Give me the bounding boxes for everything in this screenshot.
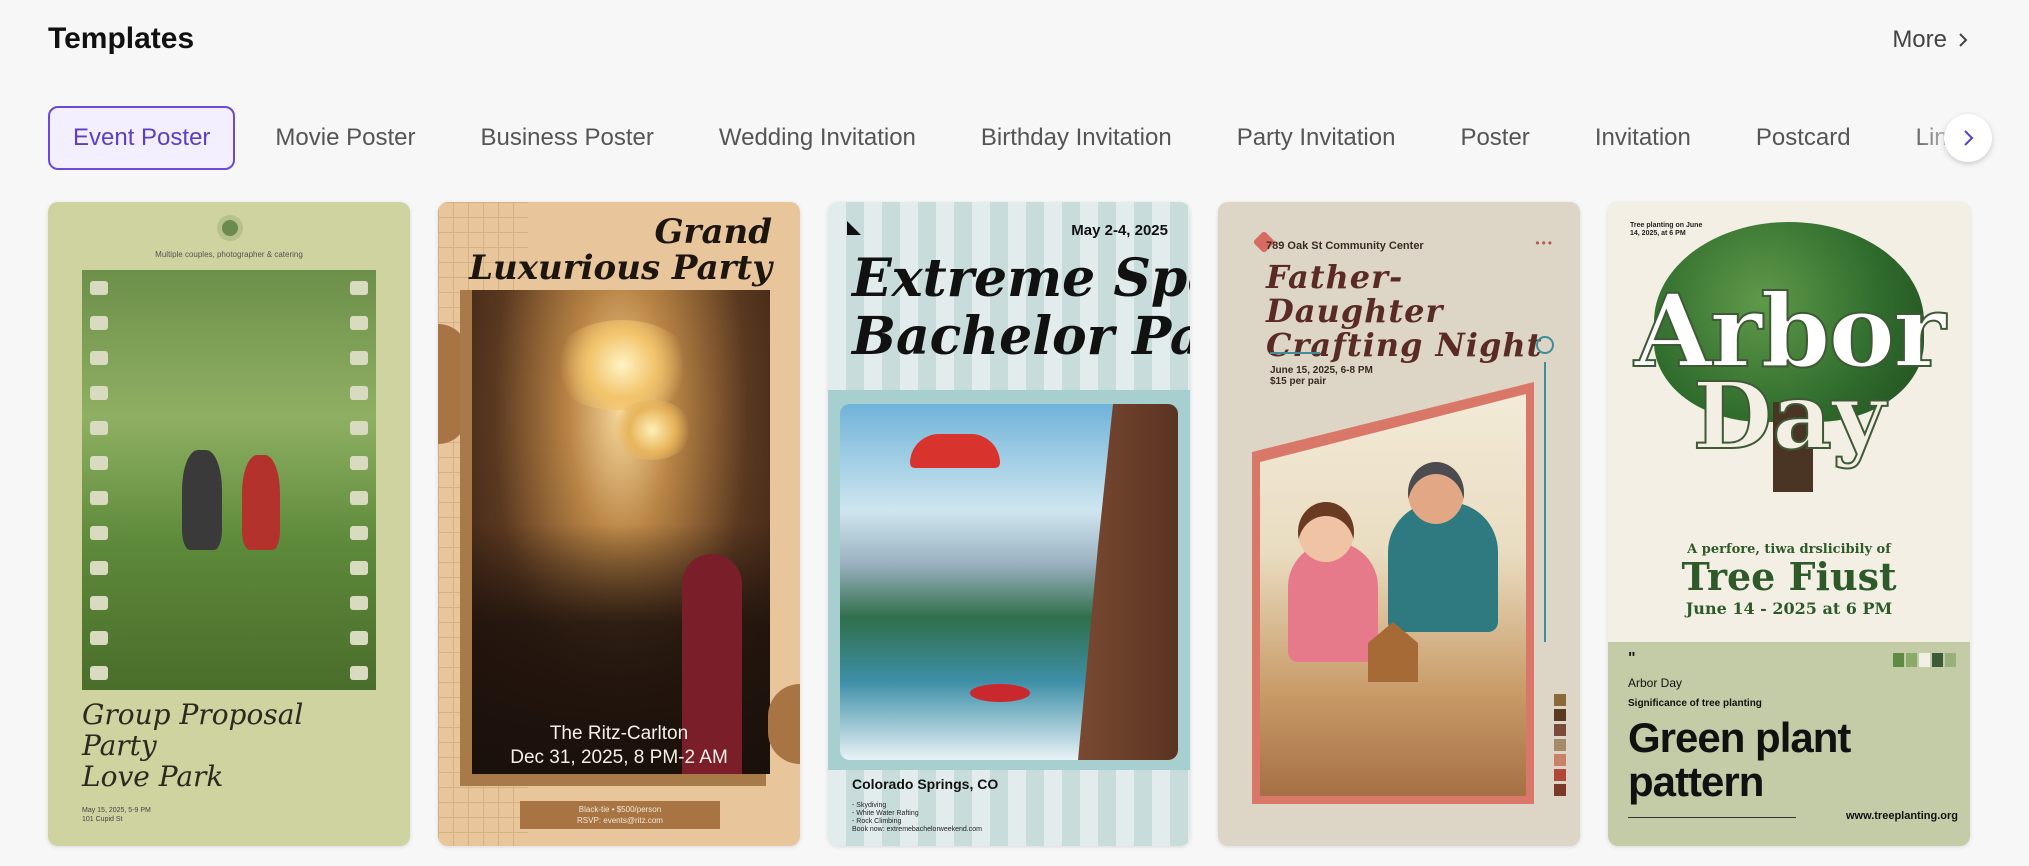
- tab-event-poster[interactable]: Event Poster: [48, 106, 236, 170]
- brand-logo-icon: [847, 221, 861, 235]
- headline-line: pattern: [1628, 758, 1764, 805]
- template-card-grand-party[interactable]: Grand Luxurious Party The Ritz-Carlton D…: [438, 202, 800, 846]
- rsvp-line: RSVP: events@ritz.com: [577, 816, 663, 825]
- card-subtitle: Multiple couples, photographer & caterin…: [155, 250, 303, 259]
- chevron-right-icon: [1964, 130, 1974, 146]
- caption-line: Dec 31, 2025, 8 PM-2 AM: [510, 747, 728, 768]
- title-line: Group Proposal: [82, 698, 304, 731]
- card-image: [840, 404, 1178, 760]
- card-details: May 15, 2025, 5-9 PM 101 Cupid St: [82, 806, 151, 824]
- card-title: Group Proposal Party Love Park: [82, 699, 303, 792]
- detail-line: June 15, 2025, 6-8 PM: [1270, 365, 1373, 376]
- title-line: Party: [82, 729, 157, 762]
- list-item: - White Water Rafting: [852, 810, 919, 817]
- card-label: Arbor Day: [1628, 676, 1683, 690]
- list-item: Book now: extremebachelorweekend.com: [852, 826, 982, 833]
- film-strip-right: [348, 270, 370, 690]
- headline-line: Green plant: [1628, 714, 1851, 761]
- rsvp-line: Black-tie • $500/person: [578, 805, 662, 814]
- note-line: 14, 2025, at 6 PM: [1630, 230, 1686, 237]
- card-url: www.treeplanting.org: [1845, 810, 1958, 822]
- card-title: Father-Daughter Crafting Night: [1266, 260, 1580, 362]
- tab-party-invitation[interactable]: Party Invitation: [1212, 106, 1421, 170]
- card-note: Tree planting on June 14, 2025, at 6 PM: [1630, 222, 1702, 238]
- title-line: Grand: [654, 212, 772, 252]
- card-sublabel: Significance of tree planting: [1628, 698, 1762, 709]
- circle-decoration: [1536, 336, 1554, 354]
- figure-man: [182, 450, 222, 550]
- dots-decoration: •••: [1535, 236, 1554, 250]
- color-swatches: [1554, 694, 1566, 796]
- title-line: Love Park: [82, 760, 224, 793]
- tab-movie-poster[interactable]: Movie Poster: [250, 106, 440, 170]
- more-label: More: [1892, 26, 1947, 53]
- category-tabs: Event Poster Movie Poster Business Poste…: [48, 106, 1981, 170]
- title-line: Extreme Sports: [852, 248, 1190, 309]
- figure-father-head: [1408, 462, 1464, 524]
- tab-wedding-invitation[interactable]: Wedding Invitation: [694, 106, 941, 170]
- card-headline: Green plant pattern: [1628, 714, 1851, 805]
- tab-business-poster[interactable]: Business Poster: [455, 106, 678, 170]
- activity-list: - Skydiving - White Water Rafting - Rock…: [852, 802, 982, 834]
- rsvp-box: Black-tie • $500/person RSVP: events@rit…: [520, 801, 720, 829]
- list-item: - Rock Climbing: [852, 818, 902, 825]
- cliff: [1078, 404, 1178, 760]
- chandelier: [612, 400, 692, 460]
- line-decoration: [1544, 362, 1546, 642]
- title-line: Father-Daughter: [1266, 258, 1444, 330]
- chevron-right-icon: [1959, 33, 1968, 47]
- color-chips: [1893, 653, 1956, 667]
- figure-daughter-head: [1298, 502, 1354, 562]
- card-title-word: Day: [1692, 361, 1887, 471]
- card-caption: The Ritz-Carlton Dec 31, 2025, 8 PM-2 AM: [438, 722, 800, 770]
- detail-line: $15 per pair: [1270, 376, 1327, 387]
- figure-woman: [242, 455, 280, 550]
- card-image: [82, 270, 376, 690]
- raft: [970, 684, 1030, 702]
- tab-track: Event Poster Movie Poster Business Poste…: [48, 106, 1981, 170]
- note-line: Tree planting on June: [1630, 222, 1703, 229]
- card-location: Colorado Springs, CO: [852, 776, 999, 792]
- tab-postcard[interactable]: Postcard: [1731, 106, 1876, 170]
- tab-birthday-invitation[interactable]: Birthday Invitation: [956, 106, 1197, 170]
- template-card-extreme-sports[interactable]: May 2-4, 2025 Extreme Sports Bachelor Pa…: [828, 202, 1190, 846]
- title-line: Crafting Night: [1266, 326, 1543, 364]
- more-link[interactable]: More: [1892, 26, 1971, 54]
- list-item: - Skydiving: [852, 802, 887, 809]
- tab-invitation[interactable]: Invitation: [1570, 106, 1716, 170]
- quote-mark: ": [1628, 650, 1636, 667]
- caption-line: The Ritz-Carlton: [549, 723, 689, 744]
- detail-line: 101 Cupid St: [82, 816, 123, 823]
- card-heading: Tree Fiust: [1681, 554, 1897, 599]
- title-line: Luxurious Party: [469, 248, 772, 288]
- card-title: Grand Luxurious Party: [469, 214, 772, 286]
- card-image: [472, 290, 770, 774]
- template-card-arbor-day[interactable]: Tree planting on June 14, 2025, at 6 PM …: [1608, 202, 1970, 846]
- dot-decoration: [222, 220, 238, 236]
- template-card-group-proposal[interactable]: Multiple couples, photographer & caterin…: [48, 202, 410, 846]
- card-venue: 789 Oak St Community Center: [1266, 240, 1424, 252]
- card-date: May 2-4, 2025: [1071, 222, 1168, 239]
- template-card-father-daughter[interactable]: 789 Oak St Community Center ••• Father-D…: [1218, 202, 1580, 846]
- card-title: Extreme Sports Bachelor Party: [852, 250, 1190, 366]
- card-details: June 15, 2025, 6-8 PM $15 per pair: [1270, 365, 1373, 387]
- paraglider: [910, 434, 1000, 468]
- detail-line: May 15, 2025, 5-9 PM: [82, 807, 151, 814]
- divider: [1270, 352, 1320, 354]
- tab-poster[interactable]: Poster: [1435, 106, 1554, 170]
- divider: [1628, 817, 1796, 818]
- title-line: Bachelor Party: [852, 306, 1190, 367]
- card-date: June 14 - 2025 at 6 PM: [1685, 599, 1893, 618]
- film-strip-left: [88, 270, 110, 690]
- chandelier: [552, 320, 692, 410]
- tabs-next-button[interactable]: [1944, 114, 1992, 162]
- section-title: Templates: [48, 22, 195, 55]
